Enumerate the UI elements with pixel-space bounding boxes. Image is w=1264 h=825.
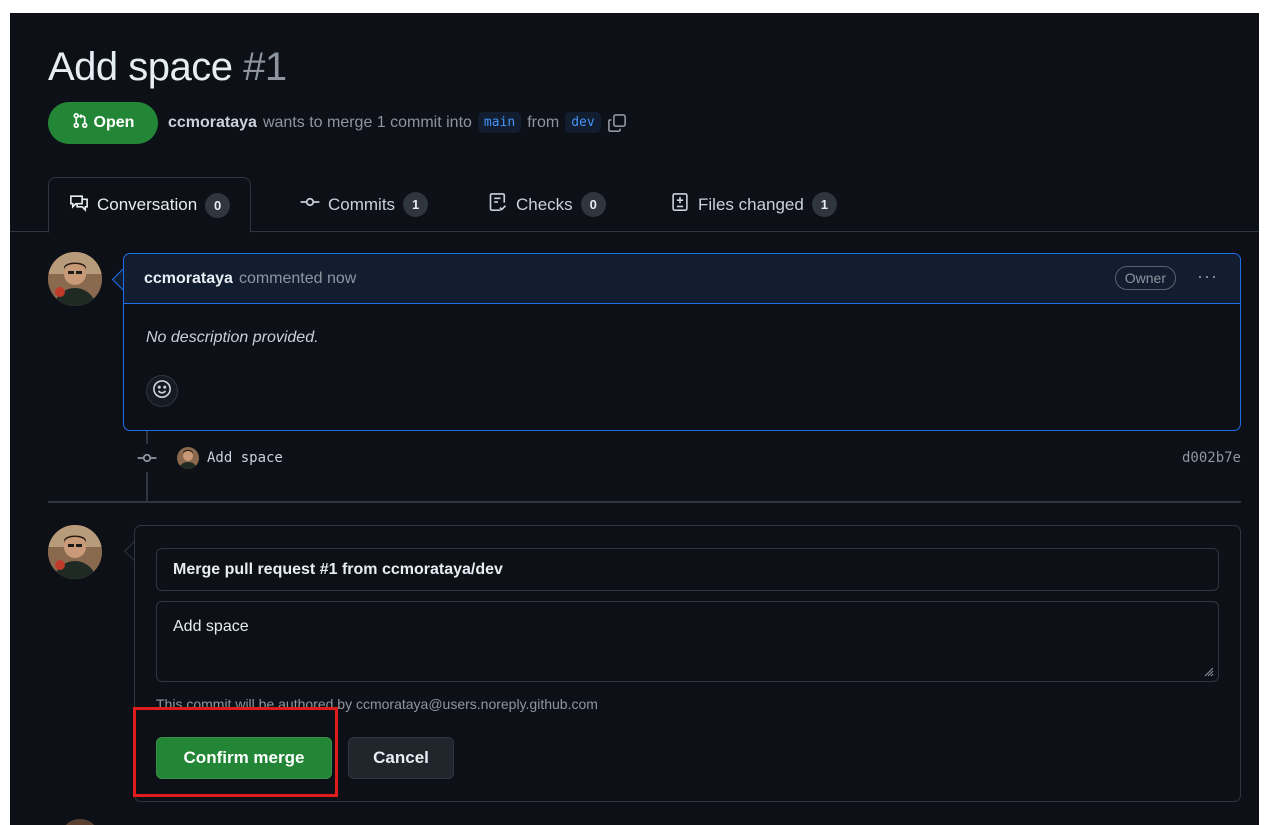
tab-counter: 1 [403,192,429,217]
tab-conversation[interactable]: Conversation 0 [48,177,252,233]
pr-tabs: Conversation 0 Commits 1 Checks 0 Files … [10,177,1259,233]
head-branch[interactable]: dev [565,112,601,133]
comment-body: No description provided. [146,329,319,346]
commit-icon [133,444,161,472]
comment-timestamp[interactable]: commented now [239,270,356,288]
conversation-icon [69,193,89,218]
merge-text: wants to merge 1 commit into [262,113,472,131]
comment-author[interactable]: ccmorataya [144,270,233,288]
pr-title: Add space [48,45,233,89]
avatar[interactable] [48,525,102,579]
avatar [60,819,100,825]
avatar[interactable] [177,447,199,469]
tab-label: Checks [516,194,573,214]
tab-counter: 0 [580,192,606,217]
checklist-icon [488,192,508,217]
commit-author-note: This commit will be authored by ccmorata… [156,696,598,712]
commit-list-item: Add space d002b7e [133,443,1241,473]
pr-number: #1 [243,45,287,89]
commit-message-value: Add space [173,618,249,635]
add-reaction-button[interactable] [146,375,178,407]
comment-header: ccmorataya commented now Owner ··· [124,254,1240,304]
smiley-icon [152,379,172,404]
page-title: Add space #1 [48,45,287,90]
pull-request-page: Add space #1 Open ccmorataya wants to me… [10,13,1259,825]
resize-handle-icon[interactable] [1202,665,1214,677]
comment-card: ccmorataya commented now Owner ··· No de… [123,253,1241,431]
copy-icon[interactable] [607,113,627,133]
tab-label: Conversation [97,195,198,214]
status-badge: Open [48,102,158,144]
merge-form: Merge pull request #1 from ccmorataya/de… [134,525,1241,802]
tab-counter: 1 [811,192,837,217]
kebab-menu-icon[interactable]: ··· [1197,266,1218,287]
avatar[interactable] [48,252,102,306]
git-pull-request-icon [72,112,89,134]
commit-icon [300,192,320,217]
base-branch[interactable]: main [477,112,522,133]
status-label: Open [93,114,135,131]
confirm-merge-button[interactable]: Confirm merge [156,737,332,779]
cancel-button[interactable]: Cancel [348,737,454,779]
tab-label: Files changed [698,194,804,214]
owner-badge: Owner [1114,266,1176,290]
divider [48,501,1241,503]
diff-icon [670,192,690,217]
pr-meta: ccmorataya wants to merge 1 commit into … [168,112,627,133]
tab-commits[interactable]: Commits 1 [300,177,429,232]
commit-message-textarea[interactable]: Add space [156,601,1219,682]
commit-message[interactable]: Add space [207,450,283,466]
tab-counter: 0 [205,192,231,218]
pr-author-link[interactable]: ccmorataya [168,114,257,132]
tab-files-changed[interactable]: Files changed 1 [670,177,837,232]
commit-title-input[interactable]: Merge pull request #1 from ccmorataya/de… [156,548,1219,591]
tab-label: Commits [328,194,396,214]
tab-checks[interactable]: Checks 0 [488,177,606,232]
from-text: from [527,113,560,131]
commit-sha[interactable]: d002b7e [1182,450,1241,466]
